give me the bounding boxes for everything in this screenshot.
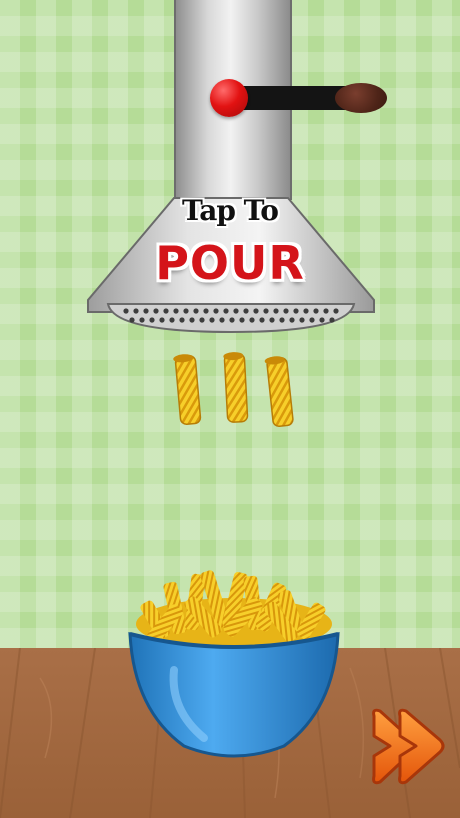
double-chevron-right-icon[interactable] — [368, 702, 450, 790]
lever-handle[interactable] — [335, 83, 387, 113]
pasta-piece — [264, 356, 294, 428]
pasta-piece — [173, 354, 202, 425]
pour-label[interactable]: POUR — [100, 236, 360, 290]
pasta-pile — [136, 570, 332, 650]
lever-knob[interactable] — [210, 79, 248, 117]
tap-to-label: Tap To — [182, 194, 279, 227]
game-scene[interactable]: Tap To POUR — [0, 0, 460, 818]
blue-bowl — [128, 632, 340, 758]
bowl-with-pasta — [128, 570, 340, 758]
falling-pasta — [173, 352, 294, 428]
pasta-piece — [223, 352, 249, 423]
